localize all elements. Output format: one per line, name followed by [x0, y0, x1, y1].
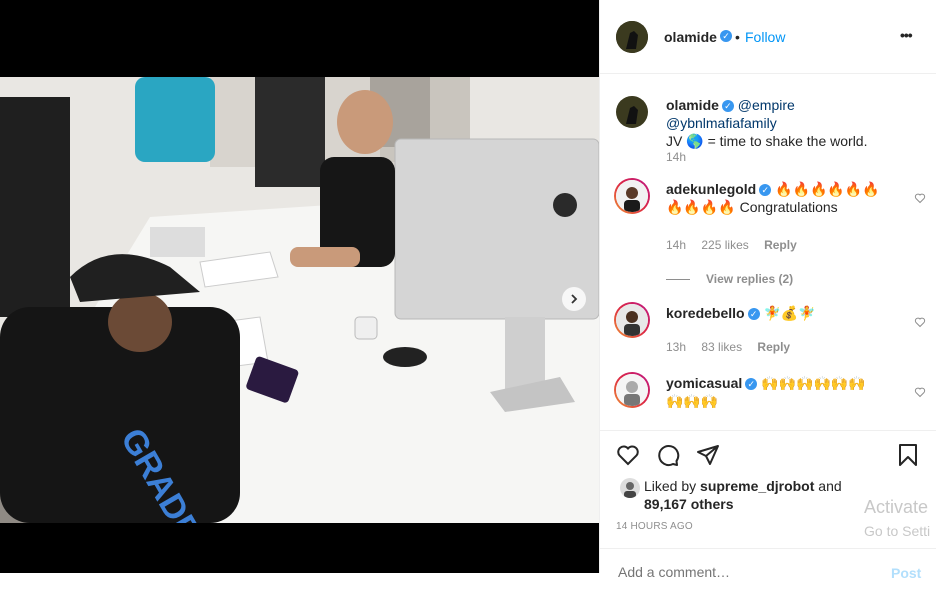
- mention-link[interactable]: @ybnlmafiafamily: [666, 115, 777, 131]
- commenter-avatar: [616, 374, 648, 406]
- action-bar: Liked by supreme_djrobot and 89,167 othe…: [600, 430, 936, 581]
- reply-button[interactable]: Reply: [764, 238, 797, 252]
- comment-body-line1: 🧚💰🧚: [763, 305, 816, 321]
- comment-username[interactable]: yomicasual: [666, 375, 742, 391]
- author-username[interactable]: olamide: [664, 29, 717, 45]
- activation-watermark-subtitle: Go to Setti: [864, 523, 931, 539]
- author-avatar[interactable]: [616, 21, 648, 53]
- photo-pane: GRADE: [0, 0, 599, 573]
- comment-username[interactable]: koredebello: [666, 305, 745, 321]
- commenter-avatar: [616, 180, 648, 212]
- post-comment-button[interactable]: Post: [891, 565, 921, 581]
- likes-prefix: Liked by: [644, 478, 697, 494]
- heart-icon[interactable]: [616, 443, 640, 467]
- liked-by-user[interactable]: supreme_djrobot: [700, 478, 814, 494]
- like-comment-icon[interactable]: [914, 192, 926, 204]
- reply-button[interactable]: Reply: [757, 340, 790, 354]
- next-photo-button[interactable]: [562, 287, 586, 311]
- caption-time: 14h: [666, 150, 687, 164]
- caption-avatar[interactable]: [616, 96, 648, 128]
- view-replies-label[interactable]: View replies (2): [706, 272, 793, 286]
- activation-watermark-title: Activate: [864, 497, 929, 517]
- comment-likes[interactable]: 83 likes: [701, 340, 742, 354]
- comment-icon[interactable]: [656, 443, 680, 467]
- caption-text: olamide ✓ @empire @ybnlmafiafamily JV 🌎 =…: [666, 96, 896, 150]
- caption-username[interactable]: olamide: [666, 97, 719, 113]
- comment-text: adekunlegold ✓ 🔥🔥🔥🔥🔥🔥 🔥🔥🔥🔥 Congratulation…: [666, 180, 896, 216]
- post-header: olamide ✓ • Follow •••: [600, 0, 936, 74]
- comments-list[interactable]: olamide ✓ @empire @ybnlmafiafamily JV 🌎 =…: [600, 74, 936, 429]
- share-icon[interactable]: [696, 443, 720, 467]
- verified-badge-icon: ✓: [720, 30, 732, 42]
- comment-meta: 13h 83 likes Reply: [666, 338, 802, 356]
- comment-item: koredebello ✓ 🧚💰🧚 13h 83 likes Reply: [614, 302, 926, 364]
- commenter-avatar: [616, 304, 648, 336]
- post-sidebar: olamide ✓ • Follow ••• olamide ✓ @empire …: [599, 0, 936, 581]
- comment-likes[interactable]: 225 likes: [701, 238, 748, 252]
- liker-avatar[interactable]: [620, 478, 640, 498]
- follow-button[interactable]: Follow: [745, 29, 785, 45]
- comment-body-line2: 🙌🙌🙌: [666, 393, 719, 409]
- more-options-icon[interactable]: •••: [900, 27, 913, 43]
- verified-badge-icon: ✓: [745, 378, 758, 391]
- photo-illustration: GRADE: [0, 77, 599, 523]
- header-separator: •: [735, 29, 740, 45]
- caption-body: = time to shake the world.: [707, 133, 868, 149]
- like-comment-icon[interactable]: [914, 316, 926, 328]
- globe-emoji-icon: 🌎: [686, 133, 704, 149]
- likes-count[interactable]: 89,167 others: [644, 496, 734, 512]
- comment-text: koredebello ✓ 🧚💰🧚: [666, 304, 896, 322]
- like-comment-icon[interactable]: [914, 386, 926, 398]
- post-photo[interactable]: GRADE: [0, 77, 599, 523]
- comment-body-line2: 🔥🔥🔥🔥 Congratulations: [666, 199, 838, 215]
- post-timestamp: 14 HOURS AGO: [616, 521, 693, 532]
- likes-mid: and: [818, 478, 842, 494]
- comment-item: yomicasual ✓ 🙌🙌🙌🙌🙌🙌 🙌🙌🙌: [614, 372, 926, 424]
- comment-time: 13h: [666, 340, 687, 354]
- mention-link[interactable]: @empire: [738, 97, 795, 113]
- comment-time: 14h: [666, 238, 687, 252]
- comment-text: yomicasual ✓ 🙌🙌🙌🙌🙌🙌 🙌🙌🙌: [666, 374, 896, 410]
- caption-body-prefix: JV: [666, 133, 683, 149]
- replies-line-divider: [666, 279, 690, 281]
- verified-badge-icon: ✓: [747, 308, 760, 321]
- caption: olamide ✓ @empire @ybnlmafiafamily JV 🌎 =…: [616, 96, 926, 166]
- comment-item: adekunlegold ✓ 🔥🔥🔥🔥🔥🔥 🔥🔥🔥🔥 Congratulation…: [614, 178, 926, 290]
- comment-meta: 14h 225 likes Reply: [666, 236, 809, 254]
- story-ring[interactable]: [614, 372, 650, 408]
- comment-form: Post: [600, 548, 936, 589]
- story-ring[interactable]: [614, 178, 650, 214]
- comment-body-line1: 🙌🙌🙌🙌🙌🙌: [761, 375, 866, 391]
- verified-badge-icon: ✓: [759, 184, 772, 197]
- bookmark-icon[interactable]: [896, 443, 920, 467]
- comment-username[interactable]: adekunlegold: [666, 181, 756, 197]
- comment-body-line1: 🔥🔥🔥🔥🔥🔥: [775, 181, 880, 197]
- view-replies-link[interactable]: View replies (2): [666, 270, 793, 288]
- verified-badge-icon: ✓: [721, 100, 734, 113]
- comment-input[interactable]: [616, 563, 870, 581]
- story-ring[interactable]: [614, 302, 650, 338]
- chevron-right-icon: [571, 294, 578, 304]
